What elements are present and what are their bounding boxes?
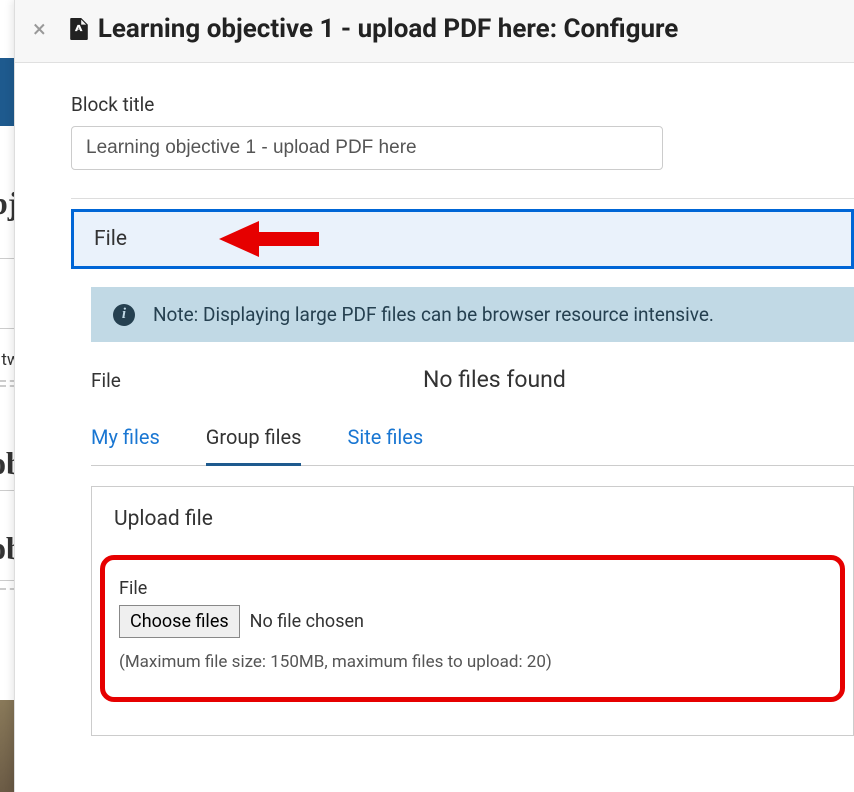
info-banner-text: Note: Displaying large PDF files can be … [153, 303, 714, 326]
file-section-heading-text: File [94, 227, 127, 251]
block-title-label: Block title [71, 93, 854, 116]
file-source-tabs: My files Group files Site files [91, 425, 854, 466]
choose-files-button[interactable]: Choose files [119, 605, 240, 638]
configure-modal: × Learning objective 1 - upload PDF here… [14, 0, 854, 792]
no-file-chosen-text: No file chosen [250, 611, 364, 632]
file-section-header[interactable]: File [71, 209, 854, 269]
pdf-icon [70, 18, 88, 40]
block-title-input[interactable] [71, 126, 663, 170]
info-banner: i Note: Displaying large PDF files can b… [91, 287, 854, 342]
upload-file-panel: Upload file File Choose files No file ch… [91, 486, 854, 736]
file-field-label: File [91, 369, 423, 392]
annotation-arrow-icon [219, 227, 319, 251]
modal-header: × Learning objective 1 - upload PDF here… [15, 0, 854, 63]
tab-site-files[interactable]: Site files [347, 425, 423, 465]
modal-title: Learning objective 1 - upload PDF here: … [98, 14, 679, 44]
close-icon[interactable]: × [31, 17, 48, 41]
upload-panel-title: Upload file [92, 487, 853, 549]
upload-file-label: File [119, 578, 826, 599]
info-icon: i [113, 304, 135, 326]
tab-group-files[interactable]: Group files [206, 425, 302, 466]
upload-hint: (Maximum file size: 150MB, maximum files… [119, 648, 826, 677]
no-files-message: No files found [423, 366, 566, 393]
annotation-highlight-box: File Choose files No file chosen (Maximu… [100, 555, 845, 702]
tab-my-files[interactable]: My files [91, 425, 160, 465]
